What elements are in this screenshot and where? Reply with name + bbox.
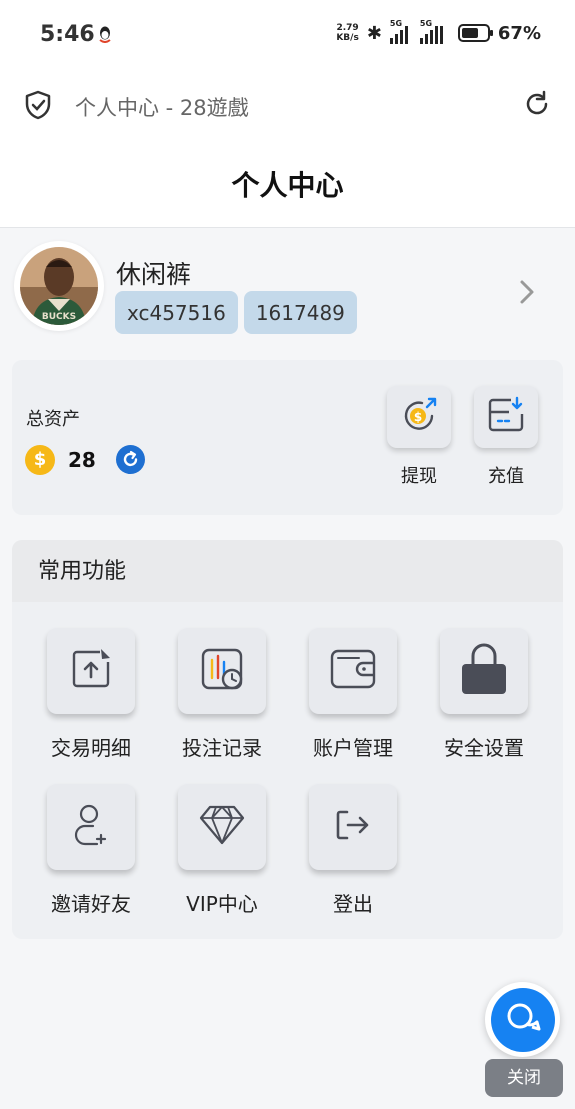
invite-friends-label: 邀请好友 [51,892,131,916]
page-header: 个人中心 [0,142,575,228]
refresh-balance-icon[interactable] [116,445,145,474]
svg-text:$: $ [414,410,422,424]
diamond-icon [198,804,246,850]
withdraw-button[interactable]: $ 提现 [387,386,451,488]
status-time: 5:46 [40,22,95,47]
wallet-icon [329,646,377,696]
shield-check-icon[interactable] [24,90,52,124]
total-assets-label: 总资产 [26,409,80,430]
assets-card: 总资产 $ 28 $ 提现 充值 [12,360,563,515]
network-speed: 2.79 KB/s [336,23,359,43]
customer-service-button[interactable] [485,982,560,1057]
security-settings-label: 安全设置 [444,736,524,760]
vip-center-button[interactable]: VIP中心 [177,784,267,917]
profile-section[interactable]: BUCKS 休闲裤 xc457516 1617489 [0,229,575,349]
deposit-icon [485,394,527,440]
bet-record-button[interactable]: 投注记录 [177,628,267,761]
deposit-button[interactable]: 充值 [474,386,538,488]
logout-icon [335,809,371,845]
bluetooth-icon: ✱ [366,22,382,44]
deposit-label: 充值 [488,466,524,487]
logout-button[interactable]: 登出 [308,784,398,917]
logout-label: 登出 [333,892,373,916]
browser-page-title: 个人中心 - 28遊戲 [75,96,249,120]
total-assets-value: 28 [68,448,96,472]
vip-center-label: VIP中心 [186,892,258,916]
status-bar: 5:46 2.79 KB/s ✱ 5G 5G 67% [0,0,575,70]
signal-icon-sim1: 5G [389,19,412,44]
common-functions-card: 常用功能 交易明细 投注记录 账户管理 安全设置 邀请好友 VIP中心 登出 [12,540,563,939]
avatar[interactable]: BUCKS [14,241,104,331]
lock-icon [460,642,508,700]
account-id-badge: xc457516 [115,291,238,334]
reload-icon[interactable] [523,90,551,122]
withdraw-label: 提现 [401,466,437,487]
add-user-icon [71,802,111,852]
avatar-image: BUCKS [20,247,98,325]
username: 休闲裤 [116,260,192,289]
bet-record-icon [199,646,245,696]
common-functions-title: 常用功能 [12,540,563,602]
close-button[interactable]: 关闭 [485,1059,563,1097]
svg-text:BUCKS: BUCKS [42,312,76,322]
invite-friends-button[interactable]: 邀请好友 [46,784,136,917]
battery-icon [457,24,493,42]
signal-icon-sim2: 5G [419,19,450,44]
qq-notification-icon [98,25,112,47]
battery-percent: 67% [497,22,541,44]
chevron-right-icon[interactable] [519,279,535,309]
transaction-details-label: 交易明细 [51,736,131,760]
withdraw-icon: $ [398,394,440,440]
bet-record-label: 投注记录 [182,736,262,760]
account-management-label: 账户管理 [313,736,393,760]
account-management-button[interactable]: 账户管理 [308,628,398,761]
coin-icon: $ [25,445,55,475]
transaction-details-button[interactable]: 交易明细 [46,628,136,761]
user-number-badge: 1617489 [243,291,357,334]
chat-bubbles-icon [504,1000,542,1040]
page-title: 个人中心 [231,169,344,202]
browser-bar: 个人中心 - 28遊戲 [0,70,575,142]
upload-file-icon [68,646,114,696]
security-settings-button[interactable]: 安全设置 [439,628,529,761]
